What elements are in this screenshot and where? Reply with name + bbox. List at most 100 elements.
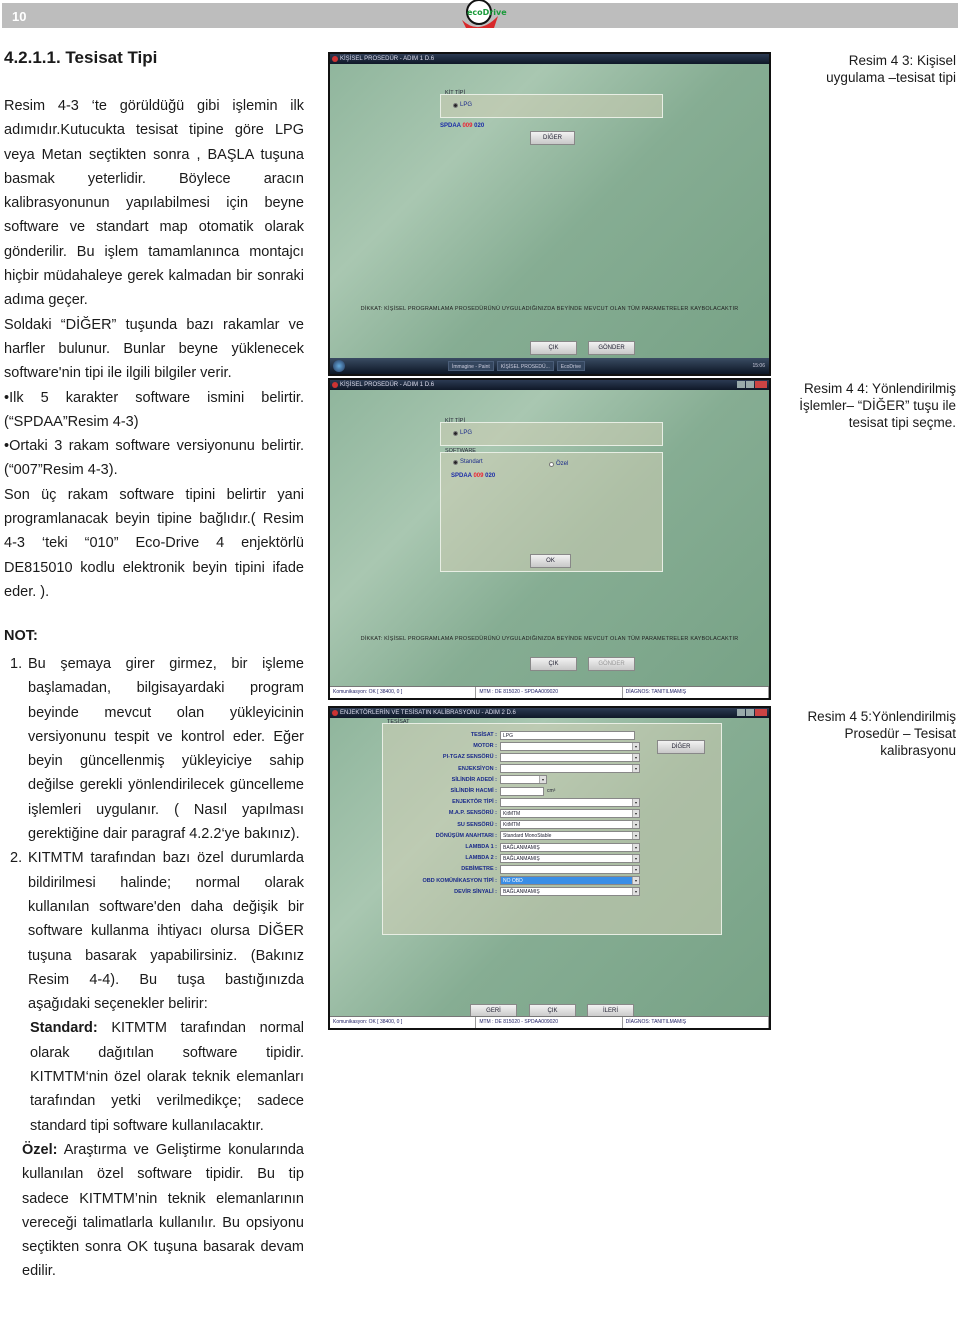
radio-label: LPG [460,430,473,436]
status-bar: Komunikasyon: OK [ 38400, 0 ] MTM : DE 8… [330,1016,769,1028]
chevron-down-icon[interactable]: ▾ [632,865,639,873]
screenshot-calibration: ENJEKTÖRLERİN VE TESİSATIN KALİBRASYONU … [328,706,771,1030]
window-title: KİŞİSEL PROSEDÜR - ADIM 1 D.6 [340,382,435,388]
send-button[interactable]: GÖNDER [588,341,635,355]
section-body: Resim 4-3 ‘te görüldüğü gibi işlemin ilk… [4,94,304,604]
paragraph-diger: Soldaki “DİĞER” tuşunda bazı rakamlar ve… [4,316,304,382]
status-diagnos: DİAGNOS: TANITILMAMIŞ [623,1017,769,1028]
form-label: ENJEKTÖR TİPİ : [452,799,497,806]
dropdown[interactable]: NO OBD ▾ [500,876,640,886]
form-row: SİLİNDİR ADEDİ : ▾ [360,775,547,785]
taskbar-item[interactable]: KİŞİSEL PROSEDÜ... [496,361,554,371]
maximize-icon[interactable] [746,709,754,716]
radio-dot [453,459,458,465]
paragraph-last-three: Son üç rakam software tipini belirtir ya… [4,486,304,600]
start-button[interactable] [333,360,345,372]
exit-button[interactable]: ÇIK [530,657,577,671]
field-value: BAĞLANMAMIŞ [503,855,540,862]
form-row: SİLİNDİR HACMİ : cm³ [360,786,555,796]
warning-text: DİKKAT: KİŞİSEL PROGRAMLAMA PROSEDÜRÜNÜ … [360,306,739,312]
chevron-down-icon[interactable]: ▾ [632,843,639,851]
chevron-down-icon[interactable]: ▾ [539,776,546,784]
ok-button[interactable]: OK [530,554,571,568]
dropdown[interactable]: Standard MonoStable ▾ [500,831,640,841]
window-controls [737,709,767,716]
dropdown[interactable]: KitMTM ▾ [500,820,640,830]
dropdown[interactable]: ▾ [500,797,640,807]
text-field[interactable]: LPG [500,730,635,740]
form-label: SU SENSÖRÜ : [457,821,497,828]
windows-taskbar: İmmagine - Paint KİŞİSEL PROSEDÜ... EcoD… [330,358,769,374]
form-row: ENJEKTÖR TİPİ : ▾ [360,797,640,807]
dropdown[interactable]: KitMTM ▾ [500,808,640,818]
chevron-down-icon[interactable]: ▾ [632,854,639,862]
dropdown[interactable]: ▾ [500,752,640,762]
chevron-down-icon[interactable]: ▾ [632,888,639,896]
dropdown[interactable]: ▾ [500,764,640,774]
close-icon[interactable] [755,381,767,388]
chevron-down-icon[interactable]: ▾ [632,809,639,817]
radio-dot [453,430,458,436]
dropdown[interactable]: BAĞLANMAMIŞ ▾ [500,887,640,897]
form-row: DÖNÜŞÜM ANAHTARI : Standard MonoStable ▾ [360,831,640,841]
chevron-down-icon[interactable]: ▾ [632,832,639,840]
logo-text: ecoDrive [467,8,507,17]
dropdown[interactable]: BAĞLANMAMIŞ ▾ [500,853,640,863]
dropdown[interactable]: BAĞLANMAMIŞ ▾ [500,842,640,852]
close-icon[interactable] [755,709,767,716]
field-value: KitMTM [503,810,521,817]
form-row: ENJEKSİYON : ▾ [360,764,640,774]
taskbar-item[interactable]: EcoDrive [556,361,586,371]
groupbox-label: TESİSAT [387,719,410,725]
screenshot-software-select: KİŞİSEL PROSEDÜR - ADIM 1 D.6 KİT TİPİ L… [328,378,771,700]
taskbar-item[interactable]: İmmagine - Paint [448,361,494,371]
form-row: M.A.P. SENSÖRÜ : KitMTM ▾ [360,808,640,818]
note-title: NOT: [4,628,38,644]
diger-button[interactable]: DİĞER [530,131,575,145]
dropdown[interactable]: ▾ [500,741,640,751]
minimize-icon[interactable] [737,381,745,388]
form-label: LAMBDA 2 : [465,855,497,862]
status-bar: Komunikasyon: OK [ 38400, 0 ] MTM : DE 8… [330,686,769,698]
form-row: MOTOR : ▾ [360,741,640,751]
minimize-icon[interactable] [737,709,745,716]
form-label: ENJEKSİYON : [458,765,497,772]
radio-label: Özel [556,461,569,467]
chevron-down-icon[interactable]: ▾ [632,765,639,773]
chevron-down-icon[interactable]: ▾ [632,753,639,761]
form-row: LAMBDA 1 : BAĞLANMAMIŞ ▾ [360,842,640,852]
form-row: SU SENSÖRÜ : KitMTM ▾ [360,820,640,830]
radio-lpg[interactable]: LPG [453,430,472,436]
status-diagnos: DİAGNOS: TANITILMAMIŞ [623,687,769,698]
window-titlebar: KİŞİSEL PROSEDÜR - ADIM 1 D.6 [330,380,769,390]
option-text: KITMTM tarafından normal olarak dağıtıla… [30,1020,304,1134]
send-button[interactable]: GÖNDER [588,657,635,671]
form-label: OBD KOMÜNİKASYON TİPİ : [422,877,497,884]
figure-caption-4-4: Resim 4 4: Yönlendirilmiş İşlemler– “DİĞ… [799,381,956,430]
dropdown[interactable]: ▾ [500,775,547,785]
form-label: SİLİNDİR ADEDİ : [451,776,497,783]
radio-label: LPG [460,102,473,108]
form-row: OBD KOMÜNİKASYON TİPİ : NO OBD ▾ [360,876,640,886]
paragraph-intro: Resim 4-3 ‘te görüldüğü gibi işlemin ilk… [4,98,304,309]
radio-standard[interactable]: Standart [453,459,483,465]
radio-ozel[interactable]: Özel [549,461,568,467]
code-prefix: SPDAA [440,123,461,129]
chevron-down-icon[interactable]: ▾ [632,877,639,885]
chevron-down-icon[interactable]: ▾ [632,742,639,750]
diger-button[interactable]: DİĞER [657,740,705,754]
form-label: MOTOR : [473,743,497,750]
chevron-down-icon[interactable]: ▾ [632,798,639,806]
radio-lpg[interactable]: LPG [453,102,472,108]
window-controls [737,381,767,388]
figure-caption-4-5: Resim 4 5:Yönlendirilmiş Prosedür – Tesi… [807,709,956,758]
window-title: ENJEKTÖRLERİN VE TESİSATIN KALİBRASYONU … [340,710,516,716]
groupbox-label: KİT TİPİ [445,90,465,96]
exit-button[interactable]: ÇIK [530,341,577,355]
note-item-number: 2. [10,850,23,867]
dropdown[interactable]: ▾ [500,864,640,874]
dropdown[interactable] [500,786,544,796]
maximize-icon[interactable] [746,381,754,388]
kit-type-groupbox: KİT TİPİ LPG [440,90,663,118]
chevron-down-icon[interactable]: ▾ [632,821,639,829]
